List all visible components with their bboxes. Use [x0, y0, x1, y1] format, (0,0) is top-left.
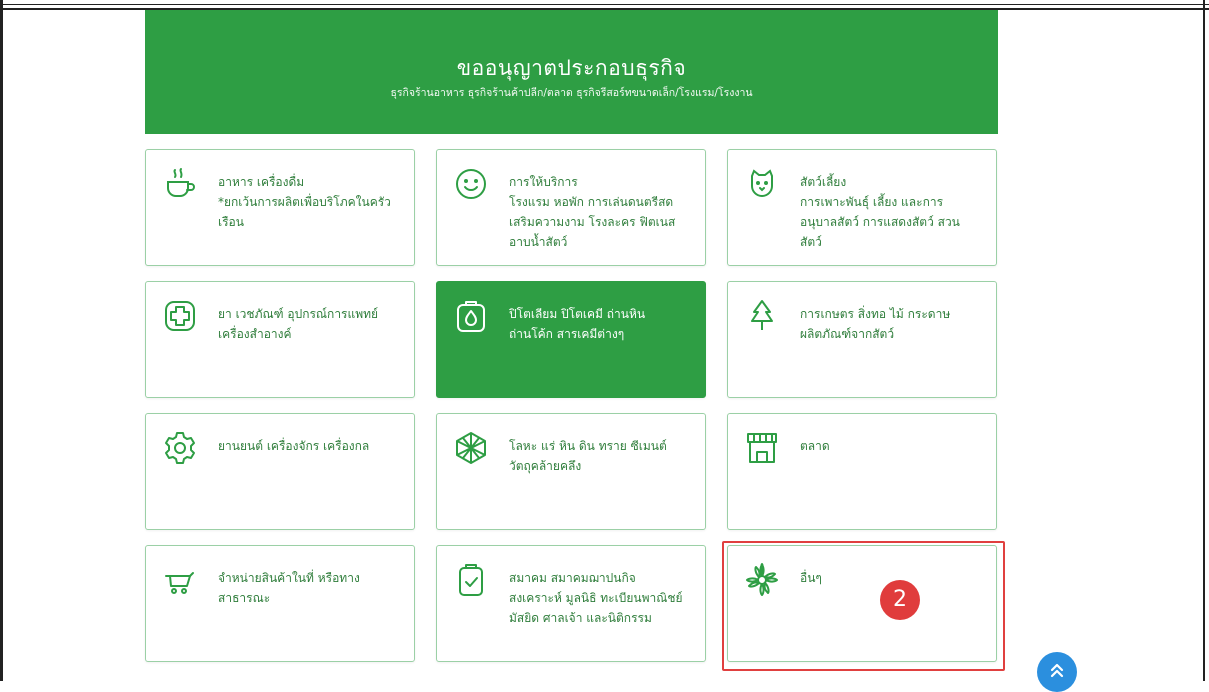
- double-chevron-up-icon: [1050, 663, 1064, 678]
- category-card-minerals[interactable]: โลหะ แร่ หิน ดิน ทราย ซีเมนต์ วัตถุคล้าย…: [436, 413, 706, 530]
- market-store-icon: [744, 430, 780, 466]
- category-title: ปิโตเลียม ปิโตเคมี ถ่านหิน ถ่านโค้ก สารเ…: [509, 307, 646, 341]
- coffee-cup-icon: [162, 166, 198, 202]
- medical-cross-icon: [162, 298, 198, 334]
- cart-icon: [162, 562, 198, 598]
- window-top-border: [0, 0, 1209, 10]
- category-card-medical[interactable]: ยา เวชภัณฑ์ อุปกรณ์การแพทย์ เครื่องสำอาง…: [145, 281, 415, 398]
- category-title: การเกษตร สิ่งทอ ไม้ กระดาษ ผลิตภัณฑ์จากส…: [800, 307, 951, 341]
- category-card-petroleum[interactable]: ปิโตเลียม ปิโตเคมี ถ่านหิน ถ่านโค้ก สารเ…: [436, 281, 706, 398]
- category-title: การให้บริการ: [509, 175, 578, 189]
- category-title: สมาคม สมาคมฌาปนกิจสงเคราะห์ มูลนิธิ ทะเบ…: [509, 571, 683, 625]
- category-card-street-vending[interactable]: จำหน่ายสินค้าในที่ หรือทางสาธารณะ: [145, 545, 415, 662]
- mineral-gem-icon: [453, 430, 489, 466]
- category-card-food[interactable]: อาหาร เครื่องดื่ม *ยกเว้นการผลิตเพื่อบริ…: [145, 149, 415, 266]
- category-card-services[interactable]: การให้บริการ โรงแรม หอพัก การเล่นดนตรีสด…: [436, 149, 706, 266]
- window-right-border: [1203, 0, 1205, 681]
- scroll-to-top-button[interactable]: [1037, 652, 1077, 692]
- pet-face-icon: [744, 166, 780, 202]
- gear-icon: [162, 430, 198, 466]
- smile-face-icon: [453, 166, 489, 202]
- category-card-associations[interactable]: สมาคม สมาคมฌาปนกิจสงเคราะห์ มูลนิธิ ทะเบ…: [436, 545, 706, 662]
- step-number-badge: 2: [880, 580, 920, 620]
- chemical-drop-icon: [453, 298, 489, 334]
- category-card-pets[interactable]: สัตว์เลี้ยง การเพาะพันธุ์ เลี้ยง และการอ…: [727, 149, 997, 266]
- category-title: ตลาด: [800, 439, 830, 453]
- hero-banner: ขออนุญาตประกอบธุรกิจ ธุรกิจร้านอาหาร ธุร…: [145, 10, 998, 134]
- category-card-automotive[interactable]: ยานยนต์ เครื่องจักร เครื่องกล: [145, 413, 415, 530]
- category-title: อาหาร เครื่องดื่ม: [218, 175, 305, 189]
- category-card-agriculture[interactable]: การเกษตร สิ่งทอ ไม้ กระดาษ ผลิตภัณฑ์จากส…: [727, 281, 997, 398]
- category-title: ยา เวชภัณฑ์ อุปกรณ์การแพทย์ เครื่องสำอาง…: [218, 307, 379, 341]
- page-title: ขออนุญาตประกอบธุรกิจ: [456, 56, 687, 80]
- page-subtitle: ธุรกิจร้านอาหาร ธุรกิจร้านค้าปลีก/ตลาด ธ…: [390, 87, 753, 99]
- category-desc: โรงแรม หอพัก การเล่นดนตรีสด เสริมความงาม…: [509, 195, 676, 249]
- window-left-border: [0, 0, 3, 681]
- category-card-market[interactable]: ตลาด: [727, 413, 997, 530]
- category-title: สัตว์เลี้ยง: [800, 175, 847, 189]
- clipboard-check-icon: [453, 562, 489, 598]
- category-title: ยานยนต์ เครื่องจักร เครื่องกล: [218, 439, 370, 453]
- category-title: โลหะ แร่ หิน ดิน ทราย ซีเมนต์ วัตถุคล้าย…: [509, 439, 667, 473]
- selection-highlight-box: [722, 541, 1005, 671]
- category-desc: การเพาะพันธุ์ เลี้ยง และการอนุบาลสัตว์ ก…: [800, 195, 960, 249]
- tree-icon: [744, 298, 780, 334]
- category-title: จำหน่ายสินค้าในที่ หรือทางสาธารณะ: [218, 571, 360, 605]
- category-desc: *ยกเว้นการผลิตเพื่อบริโภคในครัวเรือน: [218, 195, 391, 229]
